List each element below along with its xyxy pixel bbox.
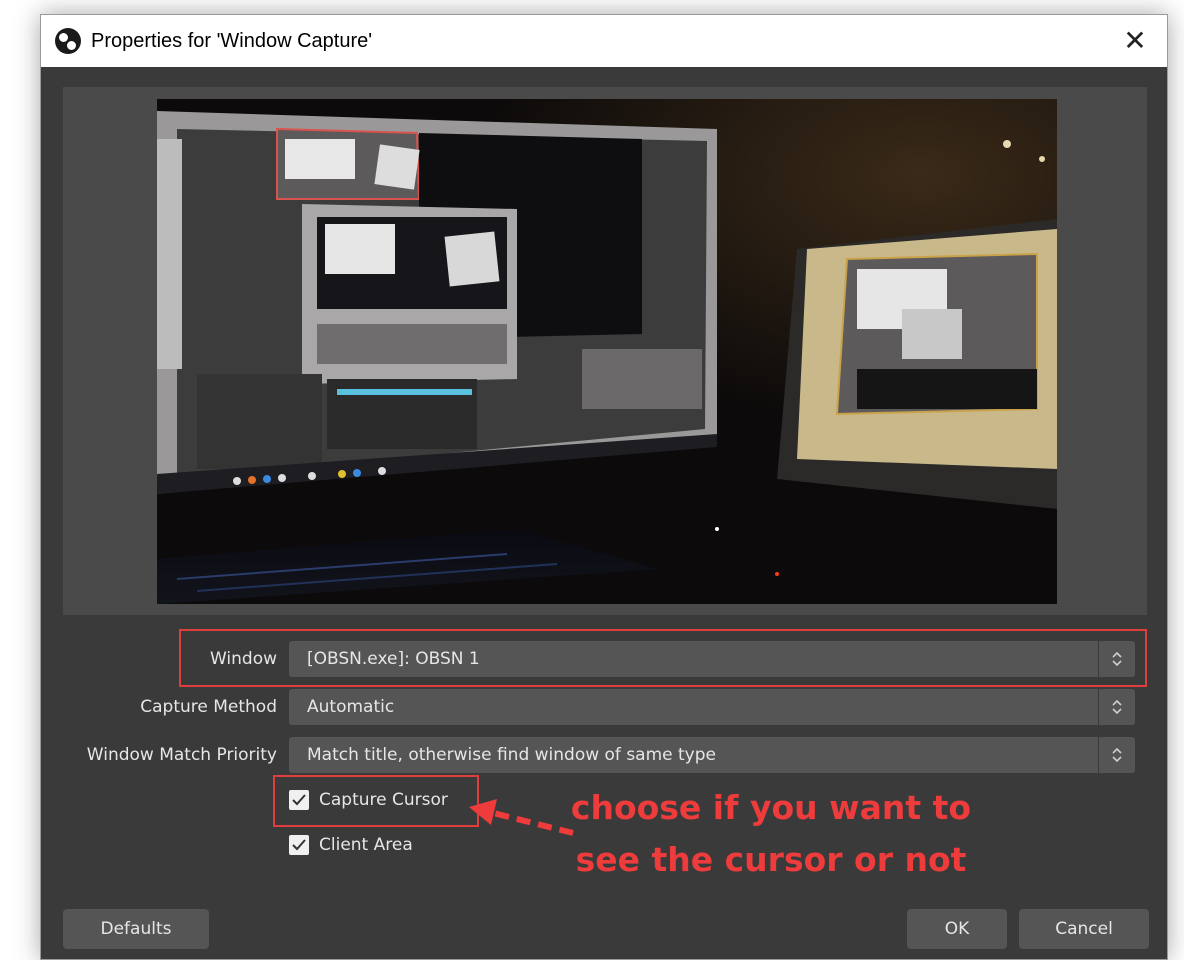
title-bar: Properties for 'Window Capture' ✕ (41, 15, 1167, 67)
annotation-line-2: see the cursor or not (575, 840, 967, 879)
close-button[interactable]: ✕ (1121, 27, 1149, 55)
preview-photo (157, 99, 1057, 604)
capture-method-row: Capture Method Automatic (41, 689, 1167, 725)
ok-button[interactable]: OK (907, 909, 1007, 949)
obs-logo-icon (55, 28, 81, 54)
capture-method-value: Automatic (307, 697, 395, 717)
match-priority-row: Window Match Priority Match title, other… (41, 737, 1167, 773)
capture-method-select[interactable]: Automatic (289, 689, 1135, 725)
defaults-button[interactable]: Defaults (63, 909, 209, 949)
capture-preview-image (157, 99, 1057, 604)
window-title: Properties for 'Window Capture' (91, 29, 373, 52)
capture-method-label: Capture Method (140, 697, 277, 717)
preview-area (63, 87, 1147, 615)
match-priority-select[interactable]: Match title, otherwise find window of sa… (289, 737, 1135, 773)
annotation-line-1: choose if you want to (570, 788, 972, 827)
checkmark-icon[interactable] (289, 835, 309, 855)
updown-arrows-icon[interactable] (1098, 689, 1135, 725)
client-area-checkbox[interactable]: Client Area (289, 830, 413, 860)
properties-dialog: Properties for 'Window Capture' ✕ Window… (40, 14, 1168, 960)
window-highlight-box (179, 629, 1147, 687)
cancel-button[interactable]: Cancel (1019, 909, 1149, 949)
match-priority-label: Window Match Priority (86, 745, 277, 765)
match-priority-value: Match title, otherwise find window of sa… (307, 745, 716, 765)
client-area-label: Client Area (319, 835, 413, 855)
capture-cursor-highlight-box (273, 775, 479, 827)
updown-arrows-icon[interactable] (1098, 737, 1135, 773)
